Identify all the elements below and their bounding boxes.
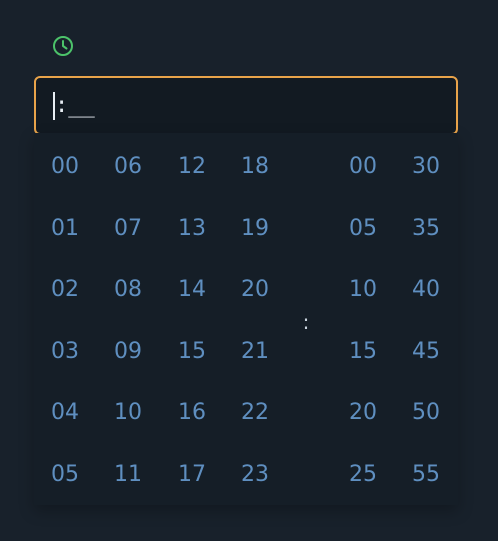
hour-option[interactable]: 10: [103, 395, 153, 431]
hour-option[interactable]: 20: [230, 272, 280, 308]
minute-option[interactable]: 15: [338, 334, 388, 370]
minute-option[interactable]: 50: [401, 395, 451, 431]
clock-icon: [53, 36, 73, 56]
hour-option[interactable]: 13: [167, 211, 217, 247]
time-separator: :: [302, 310, 310, 334]
hour-option[interactable]: 21: [230, 334, 280, 370]
time-picker-dropdown: 00 06 12 18 01 07 13 19 02 08 14 20 03 09 15 21 04 10 16 22…: [34, 133, 458, 505]
hour-option[interactable]: 14: [167, 272, 217, 308]
minute-option[interactable]: 35: [401, 211, 451, 247]
hour-option[interactable]: 04: [40, 395, 90, 431]
minute-option[interactable]: 55: [401, 457, 451, 493]
hour-option[interactable]: 11: [103, 457, 153, 493]
minute-option[interactable]: 45: [401, 334, 451, 370]
hour-option[interactable]: 06: [103, 149, 153, 185]
time-input-mask: :__: [55, 93, 95, 118]
hour-option[interactable]: 09: [103, 334, 153, 370]
minute-option[interactable]: 05: [338, 211, 388, 247]
hour-option[interactable]: 18: [230, 149, 280, 185]
minute-option[interactable]: 10: [338, 272, 388, 308]
hour-option[interactable]: 05: [40, 457, 90, 493]
minute-option[interactable]: 00: [338, 149, 388, 185]
hour-option[interactable]: 15: [167, 334, 217, 370]
hour-option[interactable]: 02: [40, 272, 90, 308]
minute-option[interactable]: 20: [338, 395, 388, 431]
time-picker-page: :__ 00 06 12 18 01 07 13 19 02 08 14 20 03 09 15 21 04 10…: [0, 0, 498, 541]
hour-option[interactable]: 03: [40, 334, 90, 370]
hour-option[interactable]: 17: [167, 457, 217, 493]
hour-option[interactable]: 07: [103, 211, 153, 247]
minute-option[interactable]: 30: [401, 149, 451, 185]
hour-option[interactable]: 01: [40, 211, 90, 247]
minute-option[interactable]: 25: [338, 457, 388, 493]
hour-option[interactable]: 23: [230, 457, 280, 493]
hour-option[interactable]: 19: [230, 211, 280, 247]
hour-option[interactable]: 22: [230, 395, 280, 431]
hour-option[interactable]: 08: [103, 272, 153, 308]
hour-option[interactable]: 16: [167, 395, 217, 431]
minute-option[interactable]: 40: [401, 272, 451, 308]
time-input[interactable]: :__: [34, 76, 458, 135]
hour-option[interactable]: 12: [167, 149, 217, 185]
hour-option[interactable]: 00: [40, 149, 90, 185]
